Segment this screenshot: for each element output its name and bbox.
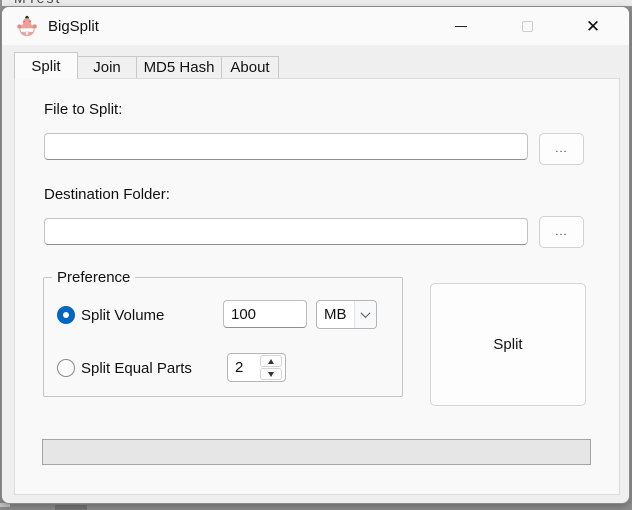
minimize-button[interactable] xyxy=(433,7,489,45)
split-equal-parts-radio-row[interactable]: Split Equal Parts xyxy=(57,359,192,377)
split-tab-page: File to Split: ... Destination Folder: .… xyxy=(14,78,620,495)
arrow-up-icon xyxy=(268,359,274,364)
progress-bar xyxy=(42,439,591,465)
file-to-split-label: File to Split: xyxy=(44,101,122,118)
tab-join[interactable]: Join xyxy=(77,56,137,79)
parts-spinner xyxy=(227,353,286,382)
spinner-up-button[interactable] xyxy=(260,355,282,367)
background-fragment xyxy=(55,505,87,510)
destination-folder-input[interactable] xyxy=(44,218,528,245)
window-title: BigSplit xyxy=(48,18,99,35)
tab-about[interactable]: About xyxy=(221,56,279,79)
split-volume-value-input[interactable] xyxy=(223,300,307,328)
arrow-down-icon xyxy=(268,372,274,377)
preference-groupbox: Preference Split Volume MB Split Equal P… xyxy=(43,277,403,397)
split-volume-radio[interactable] xyxy=(57,306,75,324)
minimize-icon xyxy=(455,26,467,27)
close-button[interactable]: ✕ xyxy=(565,7,621,45)
desktop-background-strip xyxy=(0,503,632,510)
parts-spinner-buttons xyxy=(260,355,282,380)
window-controls: ✕ xyxy=(433,7,621,45)
file-to-split-input[interactable] xyxy=(44,133,528,160)
sumo-app-icon xyxy=(16,15,38,37)
unit-combobox-value: MB xyxy=(317,306,354,323)
unit-combobox-dropdown[interactable] xyxy=(354,301,376,328)
titlebar[interactable]: BigSplit ✕ xyxy=(2,7,629,45)
parts-spinner-input[interactable] xyxy=(228,359,260,376)
spinner-down-button[interactable] xyxy=(260,368,282,380)
close-icon: ✕ xyxy=(586,18,600,35)
bigsplit-window: BigSplit ✕ Split Join MD5 Hash About Fil… xyxy=(1,6,630,504)
split-button[interactable]: Split xyxy=(430,283,586,406)
browse-file-button[interactable]: ... xyxy=(539,133,584,165)
split-volume-radio-row[interactable]: Split Volume xyxy=(57,306,164,324)
tab-md5-hash[interactable]: MD5 Hash xyxy=(136,56,222,79)
chevron-down-icon xyxy=(361,308,371,318)
tab-strip: Split Join MD5 Hash About xyxy=(14,52,279,79)
split-equal-parts-label: Split Equal Parts xyxy=(81,360,192,377)
preference-legend: Preference xyxy=(52,269,135,286)
unit-combobox[interactable]: MB xyxy=(316,300,377,329)
browse-destination-button[interactable]: ... xyxy=(539,216,584,248)
maximize-icon xyxy=(522,21,533,32)
split-volume-label: Split Volume xyxy=(81,307,164,324)
maximize-button[interactable] xyxy=(499,7,555,45)
split-equal-parts-radio[interactable] xyxy=(57,359,75,377)
tab-split[interactable]: Split xyxy=(14,52,78,79)
destination-folder-label: Destination Folder: xyxy=(44,186,170,203)
